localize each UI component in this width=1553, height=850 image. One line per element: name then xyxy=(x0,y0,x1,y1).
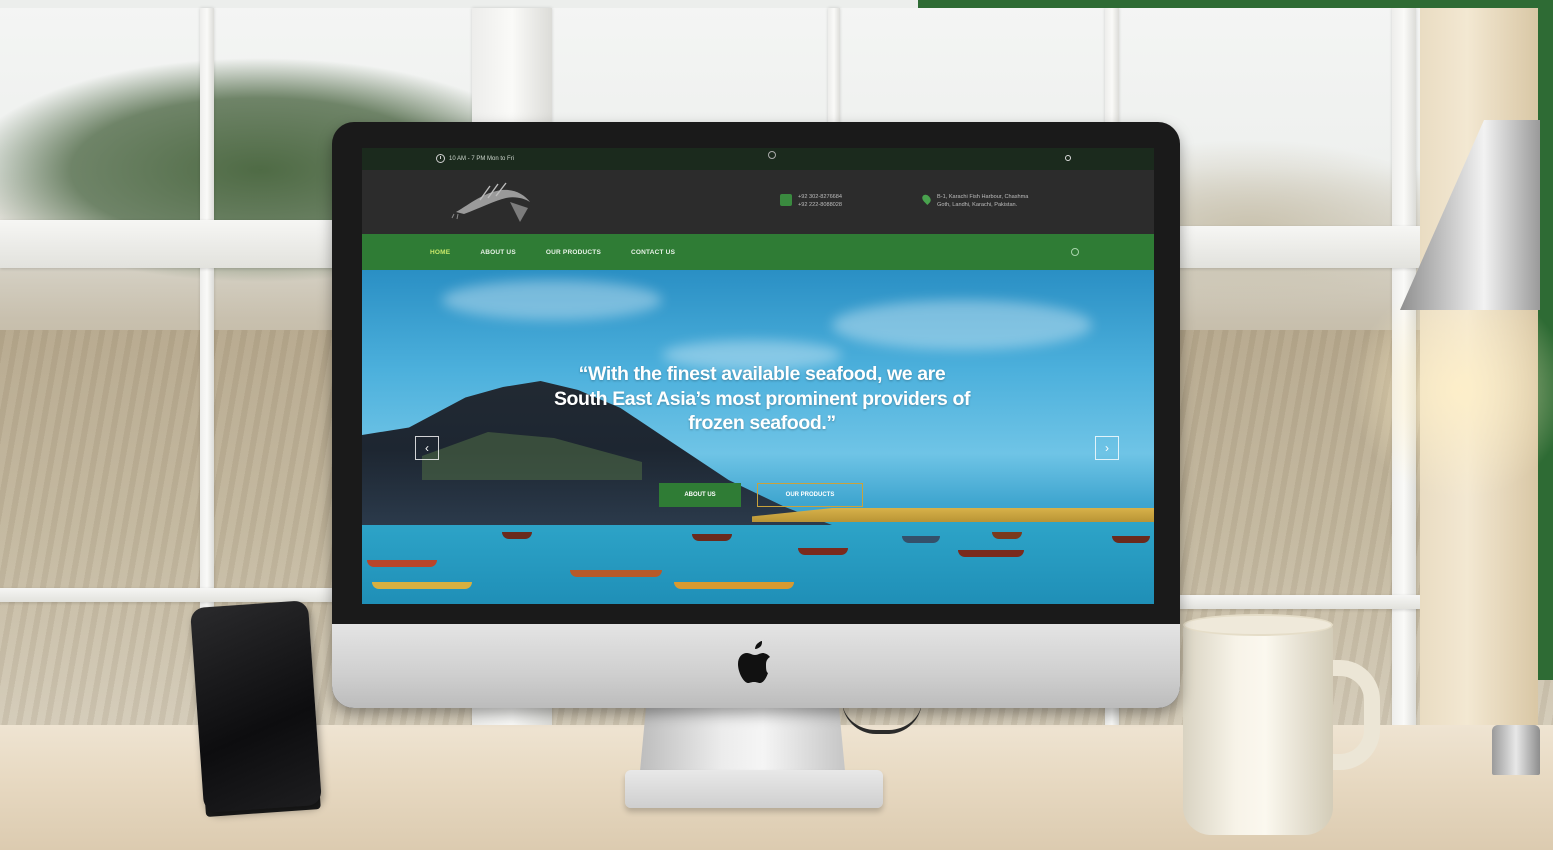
boat xyxy=(798,548,848,555)
main-nav: HOME ABOUT US OUR PRODUCTS CONTACT US xyxy=(362,234,1154,270)
our-products-button[interactable]: OUR PRODUCTS xyxy=(757,483,863,507)
lamp-base xyxy=(1492,725,1540,775)
address: B-1, Karachi Fish Harbour, Chashma Goth,… xyxy=(937,193,1028,209)
site-header: +92 302-8276684 +92 222-8088028 B-1, Kar… xyxy=(362,170,1154,234)
search-icon[interactable] xyxy=(1065,155,1071,161)
address-contact: B-1, Karachi Fish Harbour, Chashma Goth,… xyxy=(920,193,1028,209)
apple-logo-icon xyxy=(738,641,770,683)
website-screen: 10 AM - 7 PM Mon to Fri +92 302-8276684 … xyxy=(362,148,1154,604)
window-rail xyxy=(1178,226,1420,268)
boat xyxy=(692,534,732,541)
phone-icon xyxy=(780,194,792,206)
boat xyxy=(1112,536,1150,543)
address-line: Goth, Landhi, Karachi, Pakistan. xyxy=(937,202,1018,208)
boat xyxy=(367,560,437,567)
business-hours-text: 10 AM - 7 PM Mon to Fri xyxy=(449,155,515,162)
nav-contact-us[interactable]: CONTACT US xyxy=(631,249,675,256)
about-us-button[interactable]: ABOUT US xyxy=(659,483,741,507)
mug-rim xyxy=(1183,614,1333,636)
phone-number[interactable]: +92 302-8276684 xyxy=(798,193,842,201)
phone-number[interactable]: +92 222-8088028 xyxy=(798,201,842,209)
green-frame-top xyxy=(918,0,1540,8)
nav-our-products[interactable]: OUR PRODUCTS xyxy=(546,249,601,256)
nav-about-us[interactable]: ABOUT US xyxy=(480,249,516,256)
sandbar xyxy=(752,508,1154,522)
phone-contact: +92 302-8276684 +92 222-8088028 xyxy=(780,193,842,209)
sea xyxy=(362,518,1154,604)
cloud xyxy=(442,280,662,320)
chevron-left-icon[interactable]: ‹ xyxy=(415,436,439,460)
cloud xyxy=(832,300,1092,350)
desk-scene: 10 AM - 7 PM Mon to Fri +92 302-8276684 … xyxy=(0,0,1553,850)
phone-numbers: +92 302-8276684 +92 222-8088028 xyxy=(798,193,842,209)
window-rail xyxy=(0,588,340,602)
window-rail xyxy=(0,220,340,268)
boat xyxy=(674,582,794,589)
boat xyxy=(570,570,662,577)
shrimp-logo[interactable] xyxy=(450,178,540,226)
hero-headline: “With the finest available seafood, we a… xyxy=(553,363,971,434)
window-mullion xyxy=(828,8,840,138)
boat xyxy=(958,550,1024,557)
boat xyxy=(372,582,472,589)
address-line: B-1, Karachi Fish Harbour, Chashma xyxy=(937,194,1029,200)
top-strip xyxy=(0,0,918,8)
nav-search-icon[interactable] xyxy=(1071,248,1079,256)
imac-foot xyxy=(625,770,883,808)
top-info-bar: 10 AM - 7 PM Mon to Fri xyxy=(362,148,1154,170)
window-rail xyxy=(1178,595,1420,609)
business-hours: 10 AM - 7 PM Mon to Fri xyxy=(436,154,514,163)
coffee-mug xyxy=(1183,620,1333,835)
nav-home[interactable]: HOME xyxy=(430,249,450,256)
chevron-right-icon[interactable]: › xyxy=(1095,436,1119,460)
boat xyxy=(992,532,1022,539)
location-pin-icon xyxy=(920,193,933,205)
boat xyxy=(902,536,940,543)
boat xyxy=(502,532,532,539)
smartphone xyxy=(189,600,323,813)
imac-stand xyxy=(640,706,845,771)
social-icon[interactable] xyxy=(768,151,776,159)
hero-slider: “With the finest available seafood, we a… xyxy=(362,270,1154,604)
clock-icon xyxy=(436,154,445,163)
